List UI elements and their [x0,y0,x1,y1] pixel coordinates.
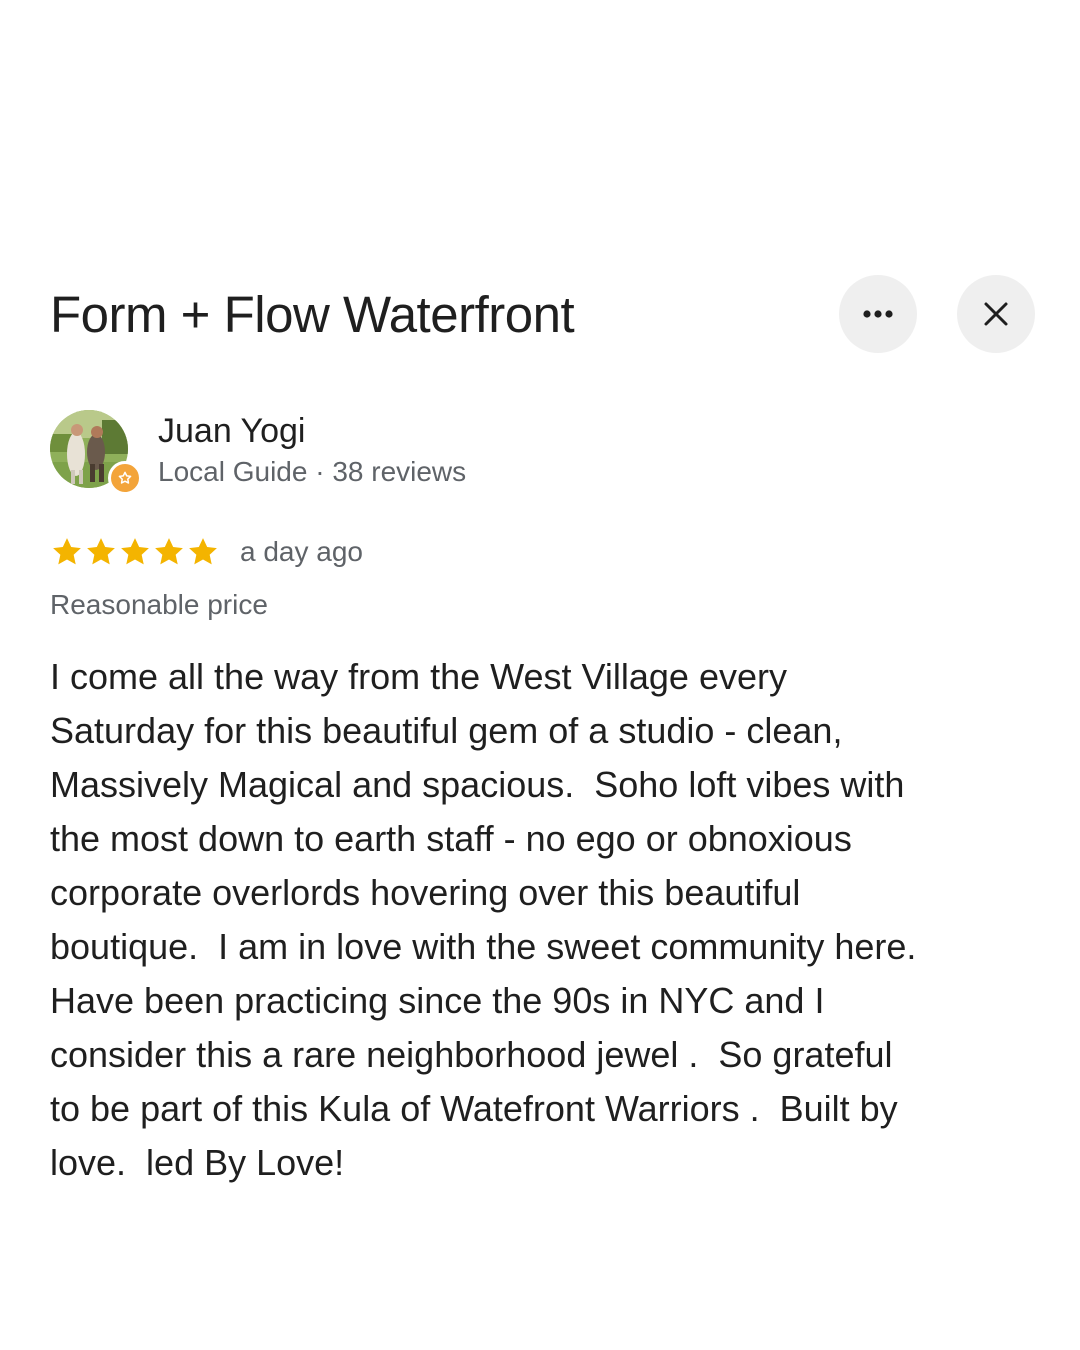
star-icon [121,538,149,565]
star-icon [53,538,81,565]
reviewer-name[interactable]: Juan Yogi [158,412,306,451]
more-options-button[interactable] [839,275,917,353]
local-guide-star-icon [108,461,142,495]
star-icon [189,538,217,565]
close-button[interactable] [957,275,1035,353]
rating-row: a day ago [50,532,363,572]
star-rating [50,535,220,569]
star-icon [155,538,183,565]
review-attribute: Reasonable price [50,589,268,620]
review-time: a day ago [240,536,363,567]
review-header: Form + Flow Waterfront [50,275,1040,353]
more-horizontal-icon [863,310,893,318]
place-title: Form + Flow Waterfront [50,286,575,343]
close-icon [984,302,1008,326]
reviewer-meta: Local Guide · 38 reviews [158,456,467,487]
reviewer-info: Juan Yogi Local Guide · 38 reviews [50,410,750,495]
review-text: I come all the way from the West Village… [50,656,917,1183]
star-icon [87,538,115,565]
